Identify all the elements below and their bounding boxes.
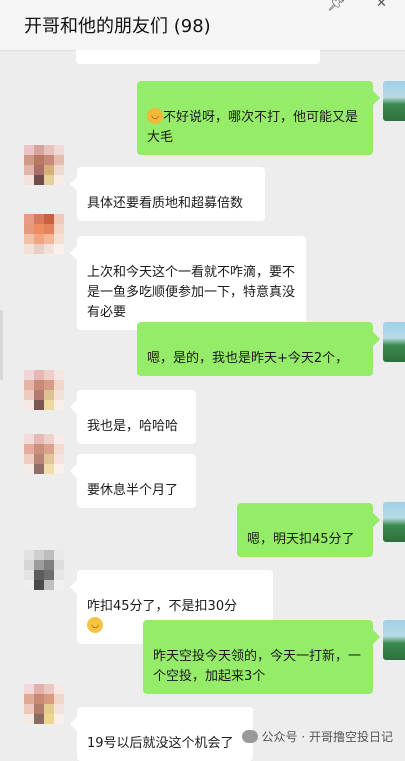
- message-bubble-self[interactable]: 昨天空投今天领的，今天一打新，一个空投，加起来3个: [143, 620, 373, 694]
- wechat-official-account-icon: [241, 730, 258, 743]
- message-bubble-member[interactable]: 上次和今天这个一看就不咋滴，要不是一鱼多吃顺便参加一下，特意真没有必要: [77, 236, 306, 330]
- close-icon[interactable]: ✕: [376, 0, 387, 11]
- member-avatar[interactable]: [24, 550, 64, 590]
- my-avatar[interactable]: [383, 322, 405, 362]
- message-bubble-self[interactable]: ◡ 不好说呀，哪次不打，他可能又是大毛: [137, 81, 373, 155]
- previous-message-fragment: [76, 50, 320, 64]
- message-bubble-self[interactable]: 嗯，是的，我也是昨天+今天2个，: [137, 322, 373, 376]
- message-bubble-self[interactable]: 嗯，明天扣45分了: [237, 503, 373, 557]
- scroll-edge[interactable]: [0, 310, 3, 380]
- my-avatar[interactable]: [383, 620, 405, 660]
- my-avatar[interactable]: [383, 502, 405, 542]
- laughing-tears-emoji-icon: ◡: [147, 108, 163, 124]
- chat-header: 开哥和他的朋友们 (98) 📌︎ ✕: [0, 0, 405, 51]
- message-bubble-member[interactable]: 19号以后就没这个机会了: [77, 707, 253, 761]
- my-avatar[interactable]: [383, 81, 405, 121]
- message-bubble-member[interactable]: 具体还要看质地和超募倍数: [77, 167, 265, 221]
- message-bubble-member[interactable]: 我也是，哈哈哈: [77, 390, 196, 444]
- member-avatar[interactable]: [24, 434, 64, 474]
- member-avatar[interactable]: [24, 214, 64, 254]
- member-avatar[interactable]: [24, 145, 64, 185]
- member-avatar[interactable]: [24, 370, 64, 410]
- member-avatar[interactable]: [24, 684, 64, 724]
- watermark: 公众号 · 开哥撸空投日记: [241, 728, 393, 745]
- message-bubble-member[interactable]: 要休息半个月了: [77, 454, 196, 508]
- pin-icon[interactable]: 📌︎: [327, 0, 346, 12]
- grinning-emoji-icon: ◡: [87, 617, 103, 633]
- chat-title: 开哥和他的朋友们 (98): [24, 16, 211, 37]
